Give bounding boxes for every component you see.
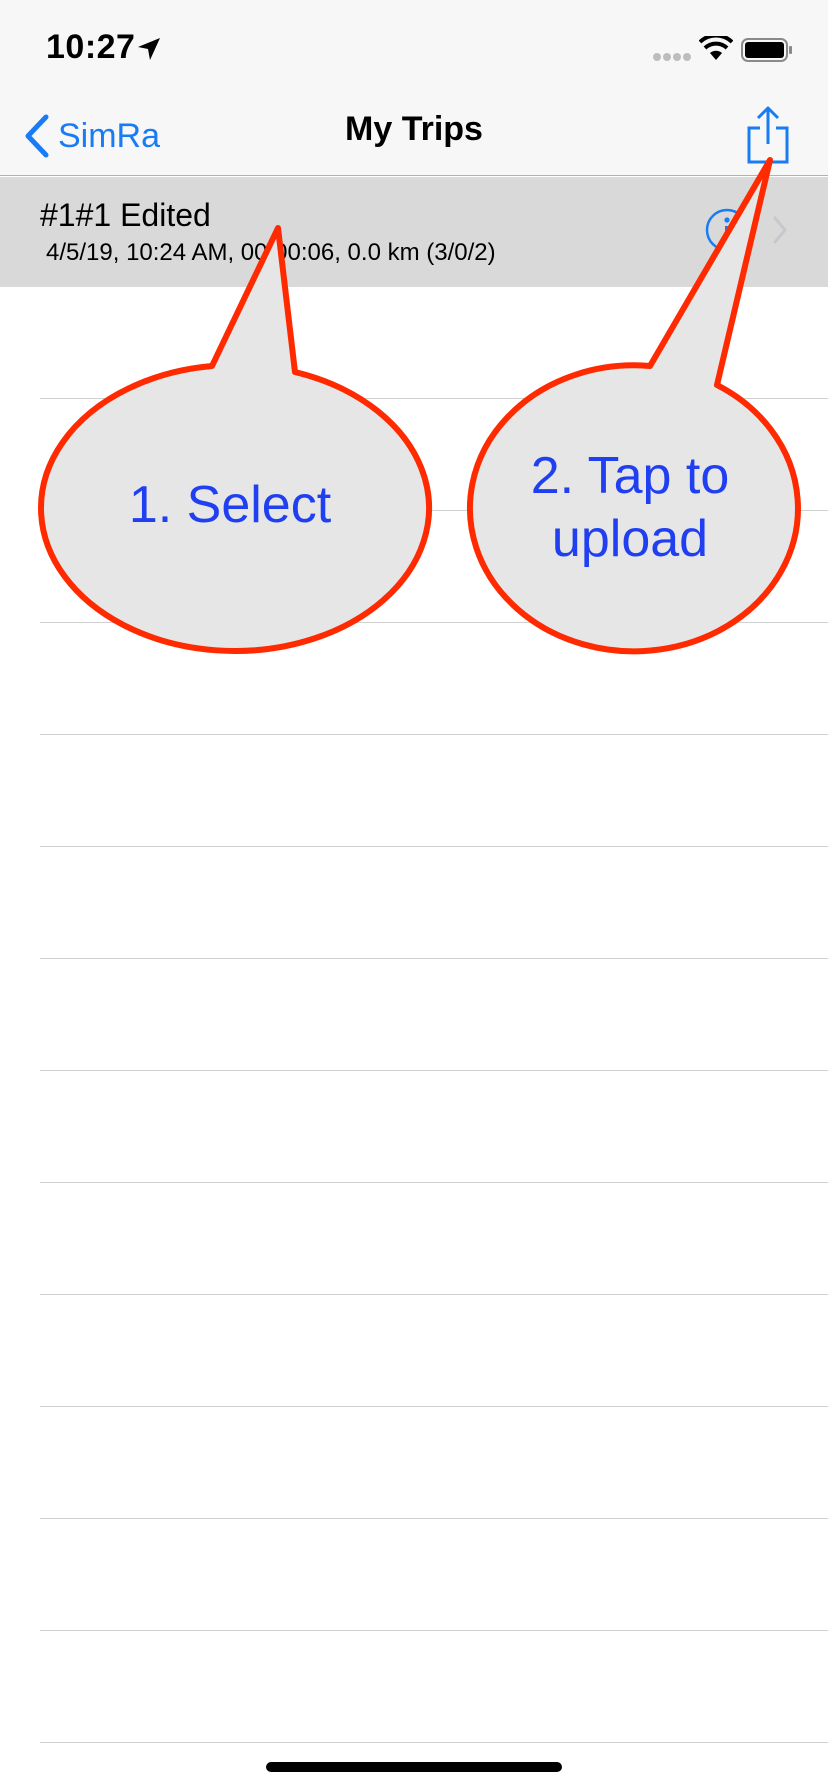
- row-separator: [40, 622, 828, 623]
- cellular-signal-icon: [653, 53, 691, 61]
- chevron-right-icon: [773, 216, 787, 244]
- callout-upload-text-line2: upload: [551, 510, 709, 568]
- row-separator: [40, 1406, 828, 1407]
- location-arrow-icon: [138, 38, 160, 60]
- battery-icon: [741, 38, 792, 62]
- wifi-icon: [699, 36, 733, 60]
- row-separator: [40, 734, 828, 735]
- trip-list-item[interactable]: #1#1 Edited 4/5/19, 10:24 AM, 00:00:06, …: [0, 177, 828, 287]
- trip-details: 4/5/19, 10:24 AM, 00:00:06, 0.0 km (3/0/…: [46, 239, 496, 266]
- callout-bubble-select: [38, 225, 433, 654]
- row-separator: [40, 846, 828, 847]
- callout-upload-text-line1: 2. Tap to: [530, 447, 730, 505]
- row-separator: [40, 958, 828, 959]
- row-separator: [40, 1070, 828, 1071]
- row-separator: [40, 1630, 828, 1631]
- row-separator: [40, 1182, 828, 1183]
- trip-title: #1#1 Edited: [40, 197, 211, 233]
- share-icon[interactable]: [745, 104, 791, 166]
- info-icon[interactable]: [704, 207, 750, 253]
- row-separator: [40, 1518, 828, 1519]
- status-time: 10:27: [46, 28, 136, 66]
- status-bar: 10:27: [0, 0, 828, 96]
- row-separator: [40, 1742, 828, 1743]
- row-separator: [40, 398, 828, 399]
- row-separator: [40, 1294, 828, 1295]
- callout-select-text: 1. Select: [128, 476, 332, 534]
- navigation-bar: SimRa My Trips: [0, 96, 828, 176]
- home-indicator[interactable]: [266, 1762, 562, 1772]
- page-title: My Trips: [345, 110, 483, 148]
